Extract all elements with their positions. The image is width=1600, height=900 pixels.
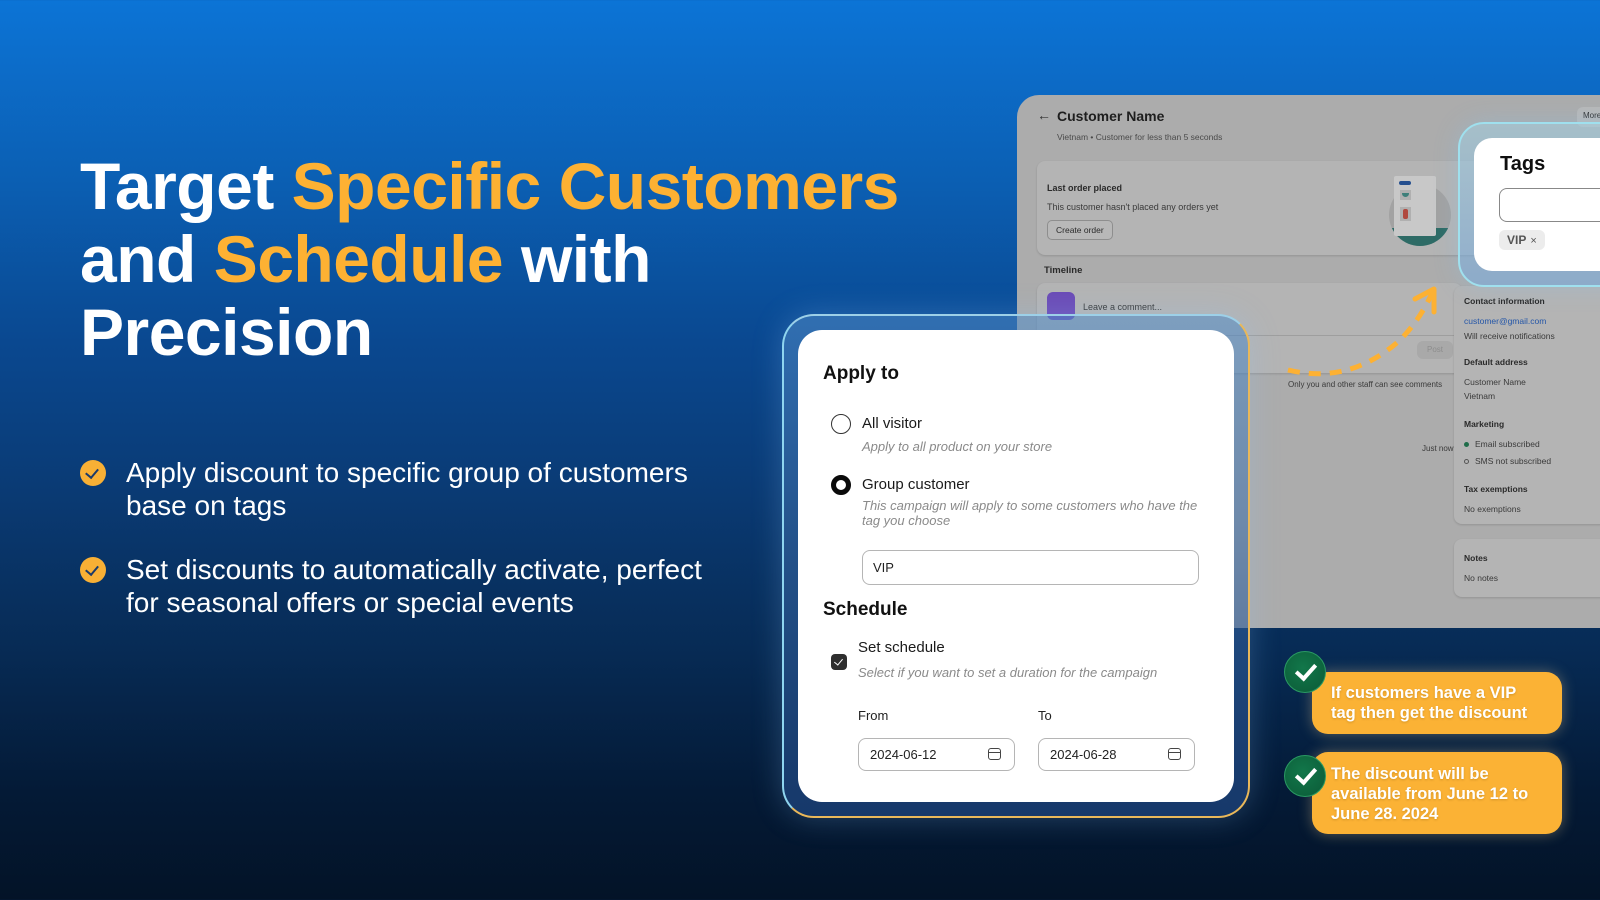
last-order-title: Last order placed <box>1047 183 1123 193</box>
notes-card: Notes No notes <box>1454 539 1600 597</box>
callout-schedule-dates: The discount will be available from June… <box>1312 752 1562 834</box>
feature-text: Set discounts to automatically activate,… <box>126 554 702 618</box>
radio-all-visitor[interactable] <box>831 414 851 434</box>
tax-label: Tax exemptions <box>1464 484 1528 494</box>
check-circle-icon <box>80 557 106 583</box>
tag-chip-label: VIP <box>1507 233 1527 247</box>
order-illustration <box>1389 176 1459 246</box>
from-date-value: 2024-06-12 <box>870 747 937 762</box>
timeline-label: Timeline <box>1044 265 1083 276</box>
marketing-label: Marketing <box>1464 419 1505 429</box>
customer-subtitle: Vietnam • Customer for less than 5 secon… <box>1057 132 1223 142</box>
sms-status-text: SMS not subscribed <box>1475 456 1552 466</box>
customer-name: Customer Name <box>1057 108 1165 124</box>
check-icon <box>1284 755 1326 797</box>
check-circle-icon <box>80 460 106 486</box>
comment-input[interactable]: Leave a comment... <box>1083 302 1162 312</box>
apply-to-card: Apply to All visitor Apply to all produc… <box>798 330 1234 802</box>
group-customer-label[interactable]: Group customer <box>862 476 970 493</box>
customer-tag-input[interactable]: VIP <box>862 550 1199 585</box>
email-status-text: Email subscribed <box>1475 439 1540 449</box>
all-visitor-label[interactable]: All visitor <box>862 415 922 432</box>
set-schedule-help: Select if you want to set a duration for… <box>858 665 1158 680</box>
schedule-heading: Schedule <box>823 599 908 620</box>
calendar-icon[interactable] <box>1168 748 1181 760</box>
address-country: Vietnam <box>1464 391 1496 401</box>
arrow-left-icon[interactable]: ← <box>1037 107 1051 123</box>
feature-item: Apply discount to specific group of cust… <box>80 456 740 522</box>
tax-value: No exemptions <box>1464 504 1521 514</box>
title-accent-schedule: Schedule <box>213 222 504 296</box>
feature-list: Apply discount to specific group of cust… <box>80 456 740 650</box>
create-order-button[interactable]: Create order <box>1047 220 1113 240</box>
sms-marketing-status: SMS not subscribed <box>1464 456 1551 466</box>
group-customer-help: This campaign will apply to some custome… <box>862 498 1198 528</box>
notes-label: Notes <box>1464 553 1488 563</box>
callout-text: The discount will be available from June… <box>1331 765 1529 823</box>
address-name: Customer Name <box>1464 377 1526 387</box>
notes-value: No notes <box>1464 573 1499 583</box>
set-schedule-label[interactable]: Set schedule <box>858 639 945 656</box>
set-schedule-checkbox[interactable] <box>831 654 847 670</box>
callout-text: If customers have a VIP tag then get the… <box>1331 684 1528 722</box>
title-text: and <box>80 222 214 296</box>
timeline-timestamp: Just now <box>1422 444 1454 453</box>
customer-sidebar-card: Contact information customer@gmail.com W… <box>1454 286 1600 524</box>
calendar-icon[interactable] <box>988 748 1001 760</box>
feature-item: Set discounts to automatically activate,… <box>80 553 740 619</box>
title-accent-specific-customers: Specific Customers <box>291 149 900 223</box>
tags-title: Tags <box>1500 153 1546 175</box>
last-order-card: Last order placed This customer hasn't p… <box>1037 161 1482 255</box>
from-label: From <box>858 708 889 723</box>
subscribed-dot-icon <box>1464 442 1469 448</box>
title-text: with <box>503 222 651 296</box>
all-visitor-help: Apply to all product on your store <box>862 439 1053 454</box>
last-order-text: This customer hasn't placed any orders y… <box>1047 202 1219 212</box>
radio-group-customer[interactable] <box>831 475 851 495</box>
feature-text: Apply discount to specific group of cust… <box>126 457 688 521</box>
tags-card: Tags VIP × <box>1474 138 1600 271</box>
callout-vip-tag: If customers have a VIP tag then get the… <box>1312 672 1562 734</box>
unsubscribed-dot-icon <box>1464 459 1469 465</box>
address-label: Default address <box>1464 357 1528 367</box>
check-icon <box>1284 651 1326 693</box>
dashed-arrow-icon <box>1287 286 1437 377</box>
from-date-input[interactable]: 2024-06-12 <box>858 738 1015 771</box>
apply-to-heading: Apply to <box>823 363 899 384</box>
title-text: Precision <box>80 295 373 369</box>
title-text: Target <box>80 149 292 223</box>
notifications-text: Will receive notifications <box>1464 331 1555 341</box>
tag-chip-vip: VIP × <box>1499 230 1545 250</box>
to-date-input[interactable]: 2024-06-28 <box>1038 738 1195 771</box>
contact-label: Contact information <box>1464 296 1545 306</box>
to-date-value: 2024-06-28 <box>1050 747 1117 762</box>
customer-email-link[interactable]: customer@gmail.com <box>1464 316 1546 326</box>
to-label: To <box>1038 708 1052 723</box>
tags-input[interactable] <box>1499 188 1600 222</box>
email-marketing-status: Email subscribed <box>1464 439 1540 449</box>
close-icon[interactable]: × <box>1530 235 1536 247</box>
